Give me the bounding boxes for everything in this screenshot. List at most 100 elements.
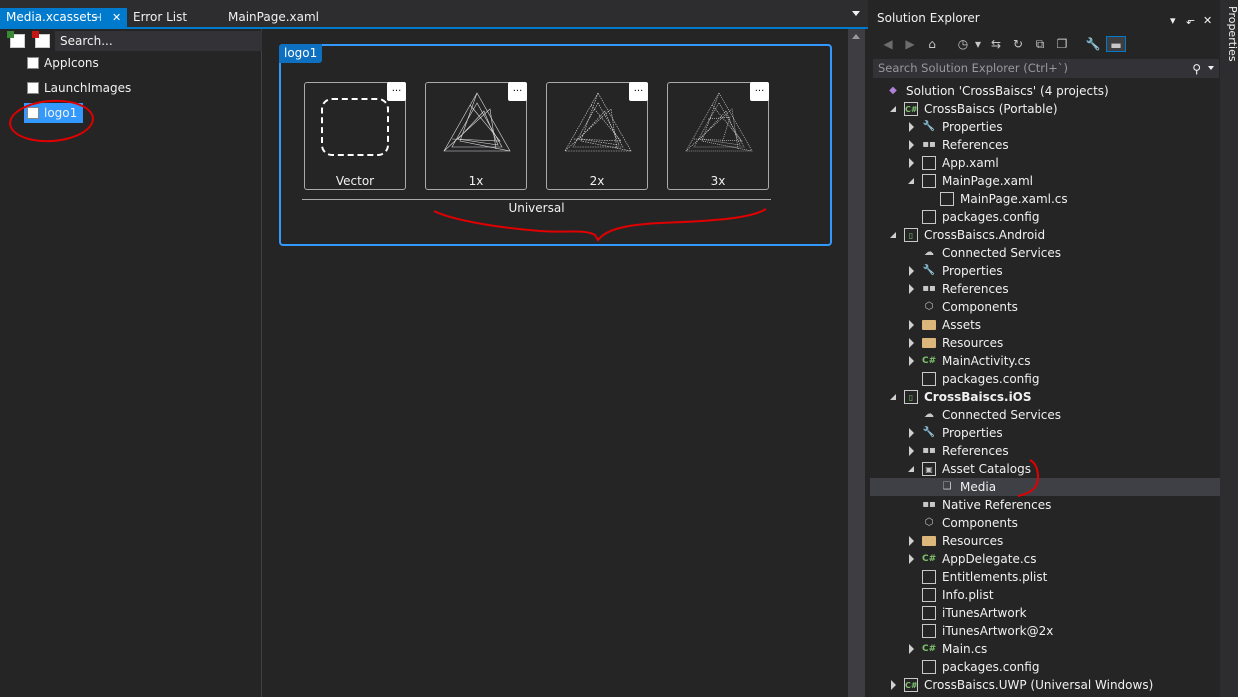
slot-vector[interactable]: ... Vector — [304, 82, 406, 190]
collapsed-arrow-icon[interactable] — [909, 428, 914, 438]
slot-menu-button[interactable]: ... — [508, 82, 527, 101]
collapsed-arrow-icon[interactable] — [909, 122, 914, 132]
mobile-project-icon: ▯ — [904, 228, 918, 242]
tree-item[interactable]: packages.config — [870, 208, 1220, 226]
slot-menu-button[interactable]: ... — [629, 82, 648, 101]
search-options-dropdown-icon[interactable] — [1208, 66, 1214, 70]
file-icon — [922, 570, 936, 584]
close-icon[interactable]: ✕ — [1203, 11, 1212, 31]
tree-item[interactable]: ▯ CrossBaiscs.iOS — [870, 388, 1220, 406]
tree-item[interactable]: C# AppDelegate.cs — [870, 550, 1220, 568]
solution-explorer-panel: Solution Explorer ▾ ⬐ ✕ ◀ ▶ ⌂ ◷ ▾ ⇆ ↻ ⧉ … — [870, 8, 1220, 697]
expanded-arrow-icon[interactable] — [908, 466, 914, 472]
tree-item[interactable]: iTunesArtwork@2x — [870, 622, 1220, 640]
history-icon[interactable]: ◷ — [955, 36, 971, 52]
collapsed-arrow-icon[interactable] — [909, 338, 914, 348]
refresh-icon[interactable]: ↻ — [1010, 36, 1026, 52]
collapsed-arrow-icon[interactable] — [909, 536, 914, 546]
collapsed-arrow-icon[interactable] — [909, 284, 914, 294]
tree-item[interactable]: iTunesArtwork — [870, 604, 1220, 622]
slot-menu-button[interactable]: ... — [387, 82, 406, 101]
collapsed-arrow-icon[interactable] — [891, 680, 896, 690]
collapsed-arrow-icon[interactable] — [909, 446, 914, 456]
tab-mainpage-xaml[interactable]: MainPage.xaml — [222, 8, 325, 27]
wrench-icon[interactable]: 🔧 — [1085, 36, 1101, 52]
pin-icon[interactable]: ⬐ — [1186, 11, 1195, 31]
expanded-arrow-icon[interactable] — [908, 178, 914, 184]
tab-media-xcassets[interactable]: Media.xcassets ⊣ ✕ — [0, 8, 127, 27]
tree-item-label: CrossBaiscs.Android — [924, 228, 1046, 242]
tree-item[interactable]: ☁ Connected Services — [870, 244, 1220, 262]
collapsed-arrow-icon[interactable] — [909, 266, 914, 276]
collapsed-arrow-icon[interactable] — [909, 554, 914, 564]
show-all-files-icon[interactable]: ❐ — [1054, 36, 1070, 52]
asset-search-input[interactable]: Search... — [55, 31, 262, 51]
logo-thumbnail-icon — [564, 92, 632, 152]
slot-menu-button[interactable]: ... — [750, 82, 769, 101]
tree-item-label: packages.config — [942, 660, 1040, 674]
expanded-arrow-icon[interactable] — [890, 106, 896, 112]
tree-item[interactable]: packages.config — [870, 658, 1220, 676]
tree-item[interactable]: C# Main.cs — [870, 640, 1220, 658]
collapsed-arrow-icon[interactable] — [909, 140, 914, 150]
tree-item[interactable]: Resources — [870, 532, 1220, 550]
slot-1x[interactable]: ... 1x — [425, 82, 527, 190]
tree-item[interactable]: MainPage.xaml — [870, 172, 1220, 190]
tree-item-label: App.xaml — [942, 156, 999, 170]
collapsed-arrow-icon[interactable] — [909, 356, 914, 366]
scroll-up-icon[interactable] — [852, 34, 860, 39]
vertical-scrollbar[interactable] — [848, 29, 865, 697]
tree-item[interactable]: 🔧 Properties — [870, 424, 1220, 442]
tree-item[interactable]: C# CrossBaiscs.UWP (Universal Windows) — [870, 676, 1220, 694]
tree-item[interactable]: ▪▪ References — [870, 442, 1220, 460]
tree-item[interactable]: ▪▪ References — [870, 280, 1220, 298]
expanded-arrow-icon[interactable] — [890, 232, 896, 238]
tree-item[interactable]: ☁ Connected Services — [870, 406, 1220, 424]
close-icon[interactable]: ✕ — [112, 8, 121, 27]
preview-icon[interactable]: ▬ — [1106, 36, 1126, 52]
expanded-arrow-icon[interactable] — [890, 394, 896, 400]
collapsed-arrow-icon[interactable] — [909, 644, 914, 654]
tree-item[interactable]: ❏ Media — [870, 478, 1220, 496]
remove-asset-icon[interactable] — [32, 31, 50, 48]
tree-item[interactable]: ▪▪ Native References — [870, 496, 1220, 514]
back-icon[interactable]: ◀ — [880, 36, 896, 52]
tree-item[interactable]: Assets — [870, 316, 1220, 334]
tree-item[interactable]: ▯ CrossBaiscs.Android — [870, 226, 1220, 244]
tree-item[interactable]: Resources — [870, 334, 1220, 352]
tree-item[interactable]: App.xaml — [870, 154, 1220, 172]
tree-item[interactable]: packages.config — [870, 370, 1220, 388]
collapse-all-icon[interactable]: ⧉ — [1032, 36, 1048, 52]
asset-item-launchimages[interactable]: LaunchImages — [24, 78, 137, 98]
solution-search-input[interactable]: Search Solution Explorer (Ctrl+`) ⚲ — [873, 59, 1219, 78]
slot-2x[interactable]: ... 2x — [546, 82, 648, 190]
chevron-down-icon[interactable]: ▾ — [970, 36, 986, 52]
collapsed-arrow-icon[interactable] — [909, 320, 914, 330]
asset-item-appicons[interactable]: AppIcons — [24, 53, 105, 73]
pin-icon[interactable]: ⊣ — [92, 8, 102, 27]
forward-icon[interactable]: ▶ — [902, 36, 918, 52]
tree-item[interactable]: ⬡ Components — [870, 298, 1220, 316]
properties-side-tab[interactable]: Properties — [1226, 6, 1238, 62]
tree-item[interactable]: Info.plist — [870, 586, 1220, 604]
search-icon[interactable]: ⚲ — [1192, 60, 1201, 79]
tree-item[interactable]: MainPage.xaml.cs — [870, 190, 1220, 208]
collapsed-arrow-icon[interactable] — [909, 158, 914, 168]
tree-item[interactable]: 🔧 Properties — [870, 118, 1220, 136]
sync-icon[interactable]: ⇆ — [988, 36, 1004, 52]
tree-item[interactable]: ▣ Asset Catalogs — [870, 460, 1220, 478]
slot-3x[interactable]: ... 3x — [667, 82, 769, 190]
tree-item[interactable]: ▪▪ References — [870, 136, 1220, 154]
tab-error-list[interactable]: Error List — [127, 8, 193, 27]
add-asset-icon[interactable] — [7, 31, 25, 48]
tree-item[interactable]: ⬡ Components — [870, 514, 1220, 532]
tree-item[interactable]: Entitlements.plist — [870, 568, 1220, 586]
tree-item[interactable]: 🔧 Properties — [870, 262, 1220, 280]
chevron-down-icon[interactable]: ▾ — [1170, 11, 1176, 31]
home-icon[interactable]: ⌂ — [924, 36, 940, 52]
tree-item[interactable]: ◆ Solution 'CrossBaiscs' (4 projects) — [870, 82, 1220, 100]
tree-item-label: Entitlements.plist — [942, 570, 1048, 584]
tree-item[interactable]: C# CrossBaiscs (Portable) — [870, 100, 1220, 118]
tab-overflow-dropdown-icon[interactable] — [852, 11, 860, 16]
tree-item[interactable]: C# MainActivity.cs — [870, 352, 1220, 370]
